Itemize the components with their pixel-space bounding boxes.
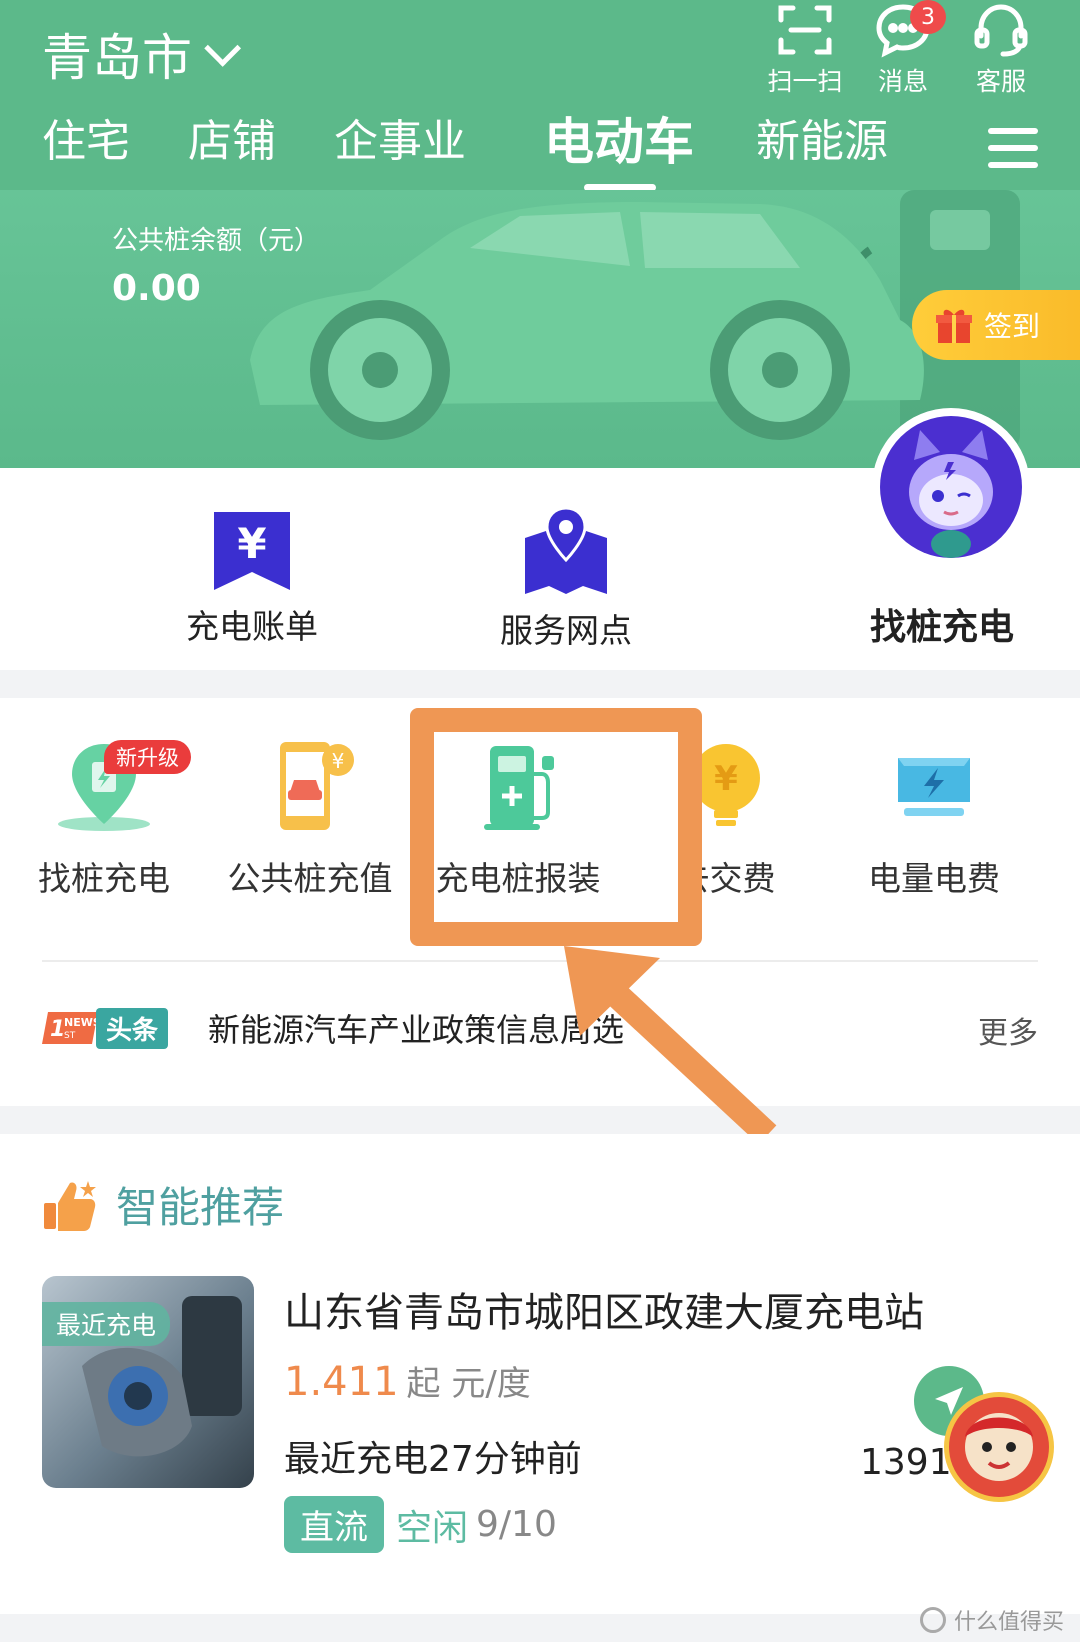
public-pile-recharge-service[interactable]: ¥ 公共桩充值 bbox=[210, 738, 410, 900]
power-fee-service[interactable]: 电量电费 bbox=[834, 738, 1034, 900]
scan-label: 扫一扫 bbox=[767, 67, 843, 96]
price-unit: 起 元/度 bbox=[406, 1364, 531, 1404]
balance-label: 公共桩余额（元） bbox=[112, 226, 321, 256]
station-name[interactable]: 山东省青岛市城阳区政建大厦充电站 bbox=[284, 1280, 924, 1338]
watermark-text: 什么值得买 bbox=[953, 1610, 1064, 1635]
customer-service-label: 客服 bbox=[975, 67, 1026, 96]
customer-service-button[interactable]: 客服 bbox=[952, 0, 1050, 98]
recommend-title: 智能推荐 bbox=[116, 1183, 285, 1232]
gift-icon bbox=[936, 309, 972, 343]
new-upgrade-badge: 新升级 bbox=[104, 740, 191, 774]
phone-car-icon: ¥ bbox=[280, 742, 354, 830]
charging-bill-label: 充电账单 bbox=[186, 607, 318, 646]
station-status: 直流 空闲 9/10 bbox=[284, 1496, 557, 1553]
news-logo-icon: 1 NEWS ST bbox=[42, 1012, 101, 1044]
find-charger-service-label: 找桩充电 bbox=[38, 859, 170, 898]
app-header: 青岛市 扫一扫 3 消息 客服 住宅 店铺 企事业 电动车 新能源 bbox=[0, 0, 1080, 191]
mascot-button[interactable] bbox=[872, 408, 1030, 566]
lion-mascot-badge[interactable] bbox=[944, 1392, 1054, 1502]
service-outlets-button[interactable]: 服务网点 bbox=[500, 508, 632, 652]
station-image[interactable]: 最近充电 bbox=[42, 1276, 254, 1488]
charging-bill-button[interactable]: ¥ 充电账单 bbox=[186, 508, 318, 648]
tab-residential[interactable]: 住宅 bbox=[42, 112, 130, 172]
svg-text:¥: ¥ bbox=[237, 519, 266, 568]
tab-electric-vehicle[interactable]: 电动车 bbox=[544, 112, 694, 172]
city-selector[interactable]: 青岛市 bbox=[42, 18, 242, 90]
scan-button[interactable]: 扫一扫 bbox=[756, 0, 854, 98]
mascot-avatar bbox=[880, 416, 1022, 558]
price-value: 1.411 bbox=[284, 1359, 399, 1405]
message-count-badge: 3 bbox=[910, 0, 946, 34]
power-fee-label: 电量电费 bbox=[868, 859, 1000, 898]
tab-enterprise[interactable]: 企事业 bbox=[334, 112, 466, 172]
find-charger-label[interactable]: 找桩充电 bbox=[870, 598, 1014, 650]
distance-value: 1391 bbox=[860, 1442, 952, 1483]
svg-text:¥: ¥ bbox=[332, 749, 345, 773]
watermark-logo-icon bbox=[919, 1607, 946, 1633]
scan-icon bbox=[778, 5, 832, 55]
news-more-link[interactable]: 更多 bbox=[978, 1008, 1038, 1052]
quick-actions-card: ¥ 充电账单 服务网点 找桩充电 bbox=[0, 408, 1080, 670]
news-tag-label: 头条 bbox=[96, 1007, 169, 1049]
thumbs-up-icon bbox=[44, 1180, 96, 1231]
map-pin-icon bbox=[525, 508, 607, 594]
recommend-card: 智能推荐 最近充电 山东省青岛市城阳区政建大厦充电站 1.411 起 元/度 最近… bbox=[0, 1134, 1080, 1614]
recommend-header: 智能推荐 bbox=[42, 1174, 284, 1235]
section-divider bbox=[42, 960, 1038, 962]
checkin-label: 签到 bbox=[984, 310, 1041, 343]
highlight-box bbox=[410, 708, 702, 946]
balance-value: 0.00 bbox=[112, 268, 201, 309]
tab-new-energy[interactable]: 新能源 bbox=[756, 112, 888, 172]
chevron-down-icon bbox=[204, 29, 242, 67]
tab-shop[interactable]: 店铺 bbox=[188, 112, 276, 172]
city-name: 青岛市 bbox=[42, 29, 192, 87]
idle-count: 9/10 bbox=[476, 1504, 557, 1545]
svg-text:ST: ST bbox=[64, 1031, 76, 1041]
monitor-bolt-icon bbox=[898, 758, 970, 816]
news-ticker[interactable]: 1 NEWS ST 头条 新能源汽车产业政策信息周选 更多 bbox=[42, 998, 1038, 1058]
menu-icon[interactable] bbox=[988, 126, 1038, 170]
top-actions: 扫一扫 3 消息 客服 bbox=[756, 0, 1050, 98]
idle-status: 空闲 bbox=[396, 1507, 469, 1549]
watermark: 什么值得买 bbox=[919, 1604, 1064, 1636]
station-price: 1.411 起 元/度 bbox=[284, 1356, 531, 1405]
recent-charge-time: 最近充电27分钟前 bbox=[284, 1439, 582, 1480]
checkin-button[interactable]: 签到 bbox=[912, 290, 1080, 360]
news-headline-tag: 1 NEWS ST 头条 bbox=[42, 1006, 182, 1050]
dc-type-tag: 直流 bbox=[284, 1496, 384, 1553]
pointer-arrow bbox=[564, 946, 777, 1140]
category-tabs: 住宅 店铺 企事业 电动车 新能源 bbox=[0, 112, 1080, 190]
service-outlets-label: 服务网点 bbox=[500, 611, 632, 650]
recent-charge-tag: 最近充电 bbox=[42, 1302, 171, 1346]
message-button[interactable]: 3 消息 bbox=[854, 0, 952, 98]
headset-icon bbox=[974, 4, 1028, 57]
message-label: 消息 bbox=[877, 67, 928, 96]
bill-icon: ¥ bbox=[214, 512, 290, 590]
svg-text:¥: ¥ bbox=[714, 759, 738, 799]
public-pile-recharge-label: 公共桩充值 bbox=[227, 859, 393, 898]
